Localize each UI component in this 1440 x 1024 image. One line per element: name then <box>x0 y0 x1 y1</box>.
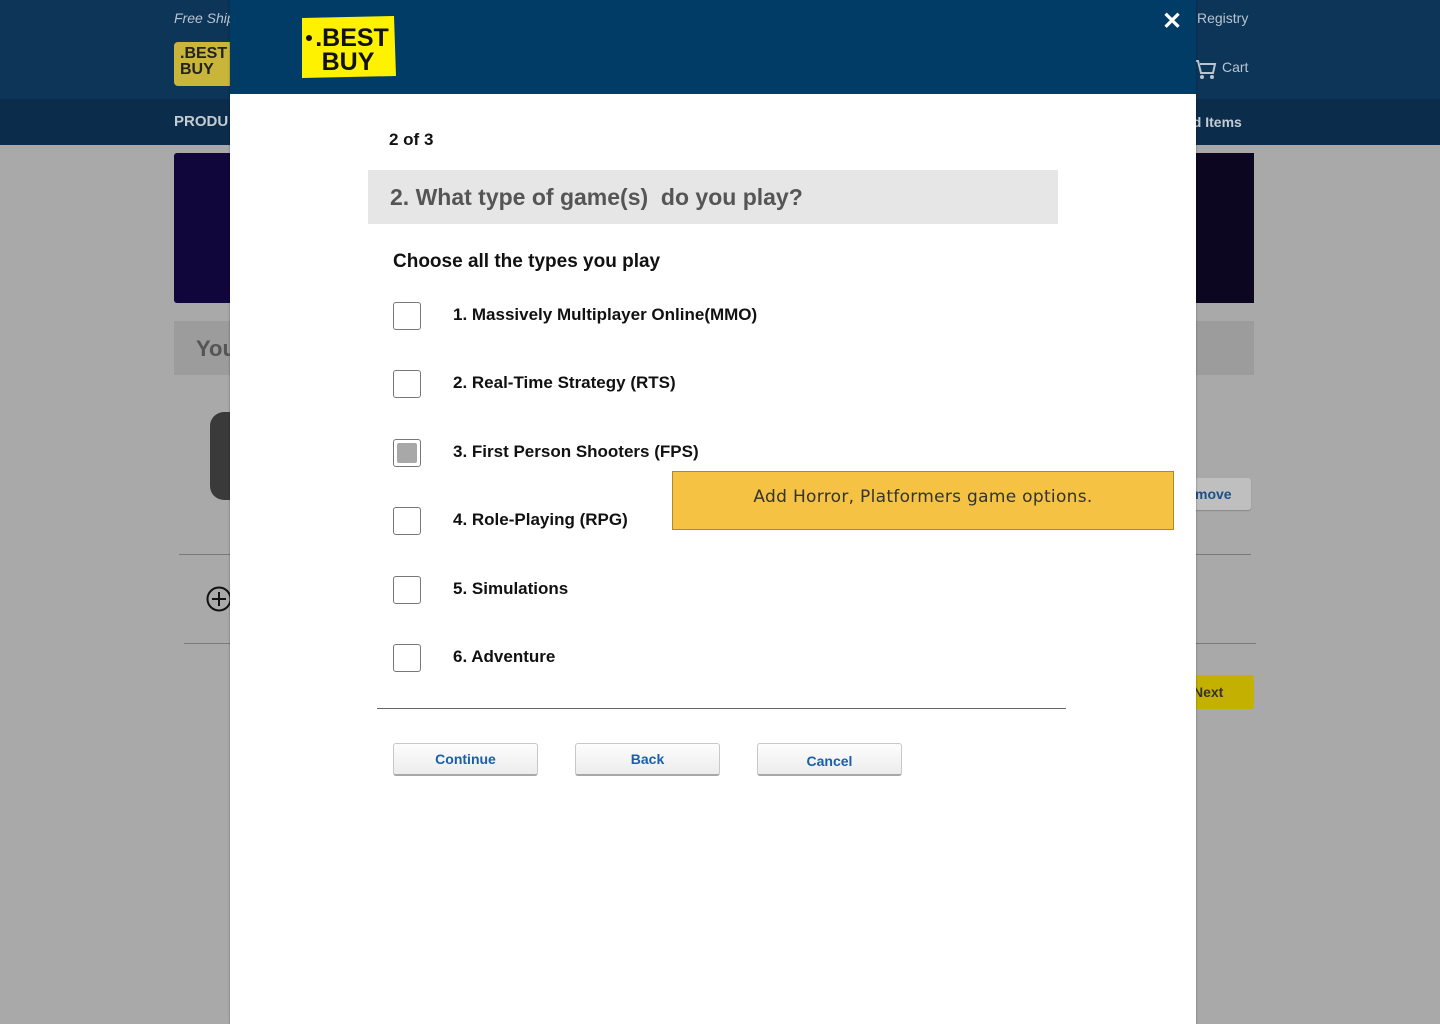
continue-label: Continue <box>435 751 496 767</box>
checkbox[interactable] <box>393 302 421 330</box>
divider <box>377 708 1066 709</box>
add-circle-icon[interactable] <box>206 586 232 612</box>
option-label[interactable]: 4. Role-Playing (RPG) <box>453 510 628 530</box>
back-button[interactable]: Back <box>575 743 720 776</box>
question-header: 2. What type of game(s) do you play? <box>368 170 1058 224</box>
checkbox[interactable] <box>393 370 421 398</box>
modal-header: .BEST BUY ✕ <box>230 0 1196 94</box>
cart-icon[interactable] <box>1193 58 1217 80</box>
option-label[interactable]: 6. Adventure <box>453 647 555 667</box>
annotation-text: Add Horror, Platformers game options. <box>753 487 1093 507</box>
best-buy-logo: .BEST BUY <box>302 16 396 78</box>
remove-label: move <box>1195 486 1232 502</box>
back-label: Back <box>630 751 665 767</box>
next-label: Next <box>1193 684 1224 700</box>
annotation-note: Add Horror, Platformers game options. <box>672 471 1174 530</box>
checkbox[interactable] <box>393 576 421 604</box>
continue-button[interactable]: Continue <box>393 743 538 776</box>
option-label[interactable]: 1. Massively Multiplayer Online(MMO) <box>453 305 757 325</box>
instruction-text: Choose all the types you play <box>393 251 661 272</box>
checkbox[interactable] <box>393 644 421 672</box>
close-icon[interactable]: ✕ <box>1160 10 1184 34</box>
question-title: 2. What type of game(s) do you play? <box>390 184 803 210</box>
survey-modal: .BEST BUY ✕ 2 of 3 2. What type of game(… <box>230 0 1196 1024</box>
free-shipping-text: Free Ship <box>174 10 235 26</box>
checkbox-checked[interactable] <box>393 439 421 467</box>
checkbox[interactable] <box>393 507 421 535</box>
step-indicator: 2 of 3 <box>389 130 434 149</box>
cart-link[interactable]: Cart <box>1222 59 1248 75</box>
cancel-button[interactable]: Cancel <box>757 743 902 776</box>
products-nav-item[interactable]: PRODU <box>174 113 228 130</box>
logo-text-buy: BUY <box>322 48 375 76</box>
option-label[interactable]: 2. Real-Time Strategy (RTS) <box>453 373 676 393</box>
option-label[interactable]: 3. First Person Shooters (FPS) <box>453 442 699 462</box>
cancel-label: Cancel <box>806 753 853 769</box>
registry-link[interactable]: Registry <box>1197 10 1248 26</box>
option-label[interactable]: 5. Simulations <box>453 579 568 599</box>
promo-banner-image <box>1195 153 1254 303</box>
